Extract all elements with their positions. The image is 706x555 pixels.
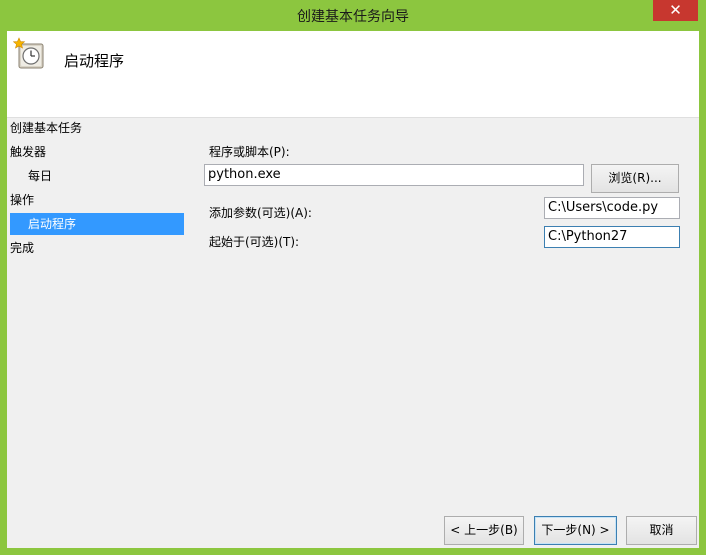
start-in-label: 起始于(可选)(T): (209, 235, 300, 249)
back-button[interactable]: < 上一步(B) (444, 516, 524, 545)
close-icon: ✕ (669, 1, 682, 19)
arguments-label: 添加参数(可选)(A): (209, 206, 312, 220)
program-input[interactable]: python.exe (204, 164, 584, 186)
step-daily[interactable]: 每日 (10, 165, 184, 187)
step-trigger[interactable]: 触发器 (10, 141, 184, 163)
wizard-client-area: 启动程序 创建基本任务 触发器 每日 操作 启动程序 完成 程序或脚本(P): … (7, 31, 699, 548)
program-label: 程序或脚本(P): (209, 145, 290, 159)
clock-icon (13, 37, 44, 69)
step-action[interactable]: 操作 (10, 189, 184, 211)
step-create-basic-task[interactable]: 创建基本任务 (10, 117, 184, 139)
wizard-step-list: 创建基本任务 触发器 每日 操作 启动程序 完成 (7, 117, 187, 417)
step-start-program[interactable]: 启动程序 (10, 213, 184, 235)
close-button[interactable]: ✕ (653, 0, 698, 21)
wizard-header: 启动程序 (7, 31, 699, 118)
start-in-input[interactable]: C:\Python27 (544, 226, 680, 248)
step-finish[interactable]: 完成 (10, 237, 184, 259)
page-title: 启动程序 (64, 52, 125, 70)
browse-button[interactable]: 浏览(R)... (591, 164, 679, 193)
window-title: 创建基本任务向导 (297, 9, 409, 25)
cancel-button[interactable]: 取消 (626, 516, 697, 545)
wizard-window: 创建基本任务向导 ✕ 启动程序 创建基本任务 触发器 每日 操作 启动程序 完成 (0, 0, 706, 555)
arguments-input[interactable]: C:\Users\code.py (544, 197, 680, 219)
title-bar: 创建基本任务向导 ✕ (0, 0, 706, 30)
next-button[interactable]: 下一步(N) > (534, 516, 617, 545)
